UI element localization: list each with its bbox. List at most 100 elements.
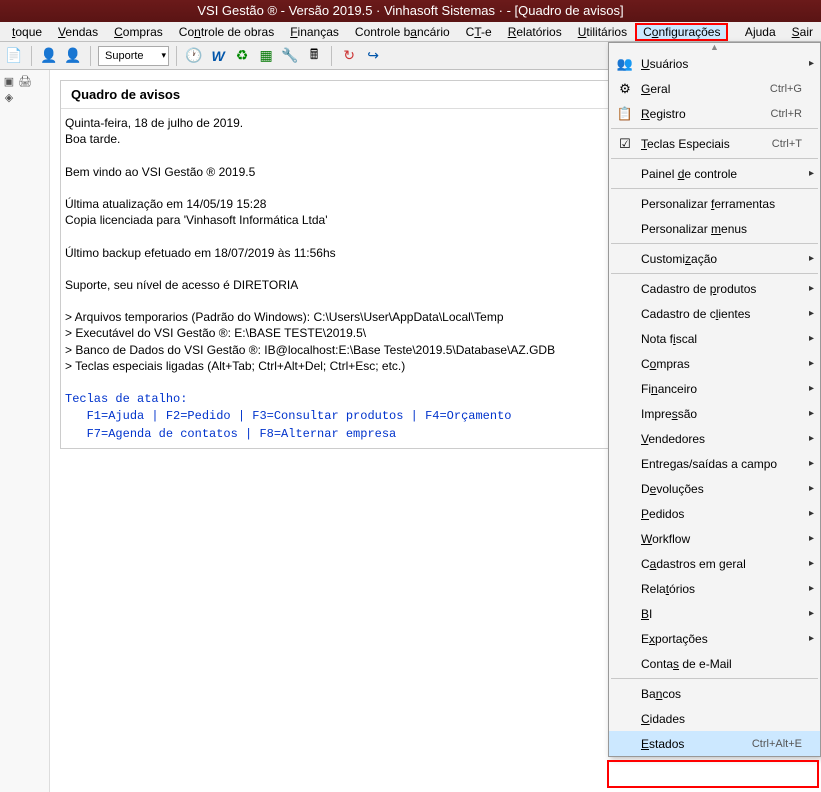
- dropdown-item[interactable]: Financeiro▸: [609, 376, 820, 401]
- dropdown-item[interactable]: Personalizar menus: [609, 216, 820, 241]
- menu-separator: [611, 188, 818, 189]
- menu-item[interactable]: Compras: [106, 23, 171, 41]
- dropdown-item[interactable]: Personalizar ferramentas: [609, 191, 820, 216]
- menu-item[interactable]: Utilitários: [570, 23, 635, 41]
- dropdown-item[interactable]: ☑Teclas EspeciaisCtrl+T: [609, 131, 820, 156]
- dropdown-item[interactable]: Bancos: [609, 681, 820, 706]
- menu-item[interactable]: toque: [4, 23, 50, 41]
- dropdown-item[interactable]: EstadosCtrl+Alt+E: [609, 731, 820, 756]
- item-label: Devoluções: [637, 482, 802, 496]
- submenu-arrow-icon: ▸: [804, 408, 814, 419]
- chevron-down-icon: ▾: [162, 50, 167, 61]
- mini-icon[interactable]: 🖨: [18, 74, 32, 88]
- dropdown-item[interactable]: Cidades: [609, 706, 820, 731]
- submenu-arrow-icon: ▸: [804, 253, 814, 264]
- menu-item[interactable]: Relatórios: [500, 23, 570, 41]
- menu-separator: [611, 158, 818, 159]
- dropdown-item[interactable]: 👥Usuários▸: [609, 51, 820, 76]
- dropdown-item[interactable]: Pedidos▸: [609, 501, 820, 526]
- submenu-arrow-icon: ▸: [804, 483, 814, 494]
- item-label: Customização: [637, 252, 802, 266]
- item-label: Impressão: [637, 407, 802, 421]
- menu-bar: toqueVendasComprasControle de obrasFinan…: [0, 22, 821, 42]
- dropdown-item[interactable]: Compras▸: [609, 351, 820, 376]
- item-label: Registro: [637, 107, 771, 121]
- refresh-icon[interactable]: ♻: [232, 46, 252, 66]
- item-label: Nota fiscal: [637, 332, 802, 346]
- item-icon: 👥: [613, 56, 637, 72]
- menu-item-configuracoes[interactable]: Configurações: [635, 23, 728, 41]
- menu-item[interactable]: Ajuda: [737, 23, 784, 41]
- dropdown-item[interactable]: Painel de controle▸: [609, 161, 820, 186]
- menu-separator: [611, 128, 818, 129]
- dropdown-item[interactable]: Impressão▸: [609, 401, 820, 426]
- dropdown-item[interactable]: Cadastro de clientes▸: [609, 301, 820, 326]
- item-label: Exportações: [637, 632, 802, 646]
- menu-separator: [611, 678, 818, 679]
- dropdown-item[interactable]: Entregas/saídas a campo▸: [609, 451, 820, 476]
- mini-icon[interactable]: ▣: [2, 74, 16, 88]
- title-text: VSI Gestão ® - Versão 2019.5 · Vinhasoft…: [197, 3, 623, 18]
- dropdown-item[interactable]: Contas de e-Mail: [609, 651, 820, 676]
- w-icon[interactable]: W: [208, 46, 228, 66]
- dropdown-scroll-up[interactable]: ▲: [609, 43, 820, 51]
- dropdown-item[interactable]: BI▸: [609, 601, 820, 626]
- item-label: Personalizar menus: [637, 222, 802, 236]
- submenu-arrow-icon: ▸: [804, 283, 814, 294]
- item-icon: ☑: [613, 136, 637, 152]
- submenu-arrow-icon: ▸: [804, 308, 814, 319]
- item-label: Contas de e-Mail: [637, 657, 802, 671]
- dropdown-item[interactable]: Vendedores▸: [609, 426, 820, 451]
- sync-icon[interactable]: ↻: [339, 46, 359, 66]
- submenu-arrow-icon: ▸: [804, 58, 814, 69]
- submenu-arrow-icon: ▸: [804, 558, 814, 569]
- submenu-arrow-icon: ▸: [804, 583, 814, 594]
- item-label: Vendedores: [637, 432, 802, 446]
- item-shortcut: Ctrl+Alt+E: [752, 738, 804, 750]
- toolbar-icon-1[interactable]: 📄: [4, 46, 24, 66]
- menu-item[interactable]: Controle de obras: [171, 23, 282, 41]
- submenu-arrow-icon: ▸: [804, 533, 814, 544]
- item-label: Financeiro: [637, 382, 802, 396]
- suporte-label: Suporte: [105, 50, 144, 62]
- item-label: Compras: [637, 357, 802, 371]
- item-icon: 📋: [613, 106, 637, 122]
- item-label: Cadastro de clientes: [637, 307, 802, 321]
- menu-item[interactable]: Vendas: [50, 23, 106, 41]
- mini-icon[interactable]: ◈: [2, 90, 16, 104]
- dropdown-item[interactable]: Cadastro de produtos▸: [609, 276, 820, 301]
- exit-icon[interactable]: ↪: [363, 46, 383, 66]
- dropdown-item[interactable]: ⚙GeralCtrl+G: [609, 76, 820, 101]
- tool-icon[interactable]: 🔧: [280, 46, 300, 66]
- submenu-arrow-icon: ▸: [804, 633, 814, 644]
- dropdown-item[interactable]: Relatórios▸: [609, 576, 820, 601]
- submenu-arrow-icon: ▸: [804, 508, 814, 519]
- dropdown-item[interactable]: Exportações▸: [609, 626, 820, 651]
- suporte-combo[interactable]: Suporte ▾: [98, 46, 169, 66]
- dropdown-item[interactable]: Customização▸: [609, 246, 820, 271]
- menu-separator: [611, 243, 818, 244]
- item-label: Geral: [637, 82, 770, 96]
- menu-item[interactable]: Controle bancário: [347, 23, 458, 41]
- dropdown-item[interactable]: Cadastros em geral▸: [609, 551, 820, 576]
- menu-item[interactable]: Finanças: [282, 23, 347, 41]
- excel-icon[interactable]: ▦: [256, 46, 276, 66]
- item-shortcut: Ctrl+R: [771, 108, 804, 120]
- toolbar-icon-3[interactable]: 👤: [63, 46, 83, 66]
- toolbar-icon-2[interactable]: 👤: [39, 46, 59, 66]
- dropdown-item[interactable]: Nota fiscal▸: [609, 326, 820, 351]
- dropdown-item[interactable]: Devoluções▸: [609, 476, 820, 501]
- item-label: Cadastro de produtos: [637, 282, 802, 296]
- submenu-arrow-icon: ▸: [804, 358, 814, 369]
- clock-icon[interactable]: 🕐: [184, 46, 204, 66]
- item-label: Bancos: [637, 687, 802, 701]
- item-label: Workflow: [637, 532, 802, 546]
- dropdown-item[interactable]: Workflow▸: [609, 526, 820, 551]
- dropdown-item[interactable]: 📋RegistroCtrl+R: [609, 101, 820, 126]
- menu-item[interactable]: Sair: [784, 23, 821, 41]
- submenu-arrow-icon: ▸: [804, 168, 814, 179]
- calc-icon[interactable]: 🖩: [304, 46, 324, 66]
- submenu-arrow-icon: ▸: [804, 608, 814, 619]
- item-label: Personalizar ferramentas: [637, 197, 802, 211]
- menu-item[interactable]: CT-e: [458, 23, 500, 41]
